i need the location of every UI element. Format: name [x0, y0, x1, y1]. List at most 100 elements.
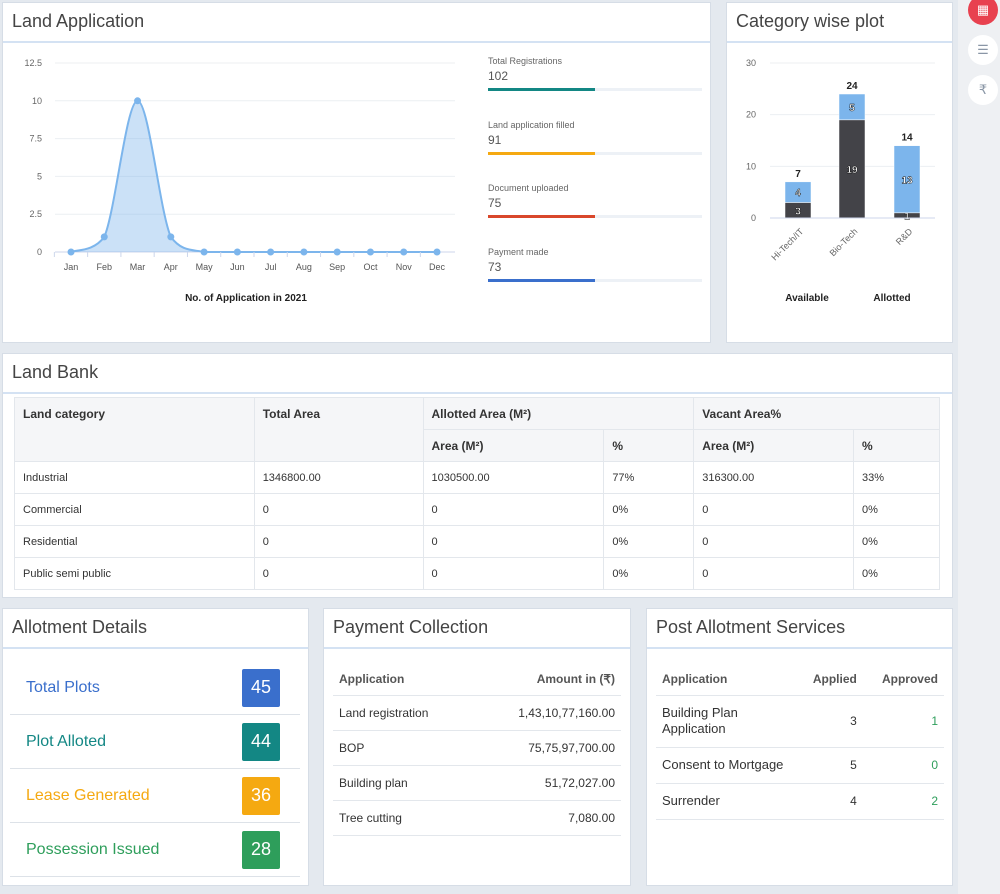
data-point [200, 248, 208, 256]
application-cell: Building plan [333, 765, 472, 801]
data-label: 19 [846, 165, 858, 176]
total-label: 7 [795, 169, 801, 180]
x-tick-label: R&D [894, 226, 915, 247]
table-row: BOP 75,75,97,700.00 [333, 730, 621, 766]
post-allotment-table: Application Applied Approved Building Plan… [656, 663, 944, 820]
header-allotted-area: Allotted Area (M²) [422, 397, 695, 430]
table-cell: 0% [853, 493, 940, 526]
category-bar-chart: 0102030347Hi-Tech/IT19524Bio-Tech11314R&… [746, 58, 935, 304]
y-tick-label: 10 [746, 161, 756, 171]
allotment-count-badge: 28 [242, 830, 280, 869]
applications-area-chart: 0 2.5 5 7.5 10 12.5 Jan Feb Mar Apr May Jun Jul Aug Se… [24, 58, 455, 304]
data-point [167, 233, 175, 241]
header-total-area: Total Area [253, 397, 424, 462]
x-tick-label: Aug [296, 262, 312, 272]
land-bank-title: Land Bank [3, 354, 952, 394]
x-tick-label: Jan [64, 262, 79, 272]
allotment-item[interactable]: Lease Generated 36 [10, 769, 300, 823]
table-cell: Residential [14, 525, 255, 558]
stat-value: 91 [488, 132, 502, 147]
header-amount: Amount in (₹) [471, 663, 621, 696]
stat-value: 102 [488, 69, 509, 83]
x-tick-label: Dec [429, 262, 446, 272]
table-cell: Commercial [14, 493, 255, 526]
stat-item: Total Registrations 102 [488, 56, 702, 91]
stat-item: Payment made 73 [488, 247, 702, 282]
amount-cell: 51,72,027.00 [471, 765, 621, 801]
application-cell: Surrender [656, 783, 796, 820]
data-label: 4 [795, 188, 801, 199]
stat-progress-fill [488, 278, 595, 282]
data-point [400, 248, 408, 256]
approved-cell: 1 [862, 695, 944, 748]
y-tick-label: 10 [32, 96, 42, 106]
x-tick-label: Apr [164, 262, 178, 272]
table-cell: 0 [693, 493, 855, 526]
allotment-details-title: Allotment Details [3, 609, 308, 649]
header-approved: Approved [862, 663, 944, 696]
x-tick-label: May [196, 262, 214, 272]
allotment-item[interactable]: Plot Alloted 44 [10, 715, 300, 769]
application-cell: BOP [333, 730, 472, 766]
applied-cell: 4 [796, 783, 863, 820]
allotment-label: Lease Generated [26, 786, 150, 804]
allotment-count-badge: 36 [242, 776, 280, 815]
table-cell: 316300.00 [693, 461, 855, 494]
header-vacant-area: Vacant Area% [693, 397, 940, 430]
table-cell: 0% [853, 525, 940, 558]
table-cell: 0 [253, 493, 424, 526]
data-point [366, 248, 374, 256]
allotment-label: Plot Alloted [26, 732, 107, 750]
data-point [67, 248, 75, 256]
stat-value: 73 [488, 259, 502, 274]
total-label: 14 [901, 133, 913, 144]
chart-title: No. of Application in 2021 [185, 293, 307, 304]
table-cell: 0% [603, 493, 695, 526]
header-allotted-pct: % [603, 429, 695, 462]
table-cell: 0 [422, 557, 605, 590]
data-point [300, 248, 308, 256]
right-sidebar: ▦ ☰ ₹ [958, 0, 1000, 894]
table-row: Consent to Mortgage 5 0 [656, 747, 944, 784]
x-tick-label: Oct [363, 262, 378, 272]
total-label: 24 [846, 81, 858, 92]
stat-progress-bar [488, 215, 702, 218]
list-icon[interactable]: ☰ [968, 35, 998, 65]
rupee-icon[interactable]: ₹ [968, 75, 998, 105]
legend-item: Allotted [873, 293, 910, 304]
calendar-icon[interactable]: ▦ [968, 0, 998, 25]
table-cell: 0% [603, 525, 695, 558]
allotment-count-badge: 44 [242, 722, 280, 761]
table-cell: 1346800.00 [253, 461, 424, 494]
header-vacant-pct: % [853, 429, 940, 462]
land-bank-table: Land category Total Area Allotted Area (M²… [14, 397, 940, 590]
category-plot-title: Category wise plot [727, 3, 952, 43]
stat-item: Document uploaded 75 [488, 183, 702, 218]
header-allotted-m2: Area (M²) [422, 429, 605, 462]
stat-label: Land application filled [488, 119, 575, 130]
application-cell: Consent to Mortgage [656, 747, 796, 784]
table-cell: Public semi public [14, 557, 255, 590]
table-cell: 1030500.00 [422, 461, 605, 494]
table-cell: 0 [693, 525, 855, 558]
table-cell: 0 [422, 525, 605, 558]
amount-cell: 75,75,97,700.00 [471, 730, 621, 766]
header-application: Application [656, 663, 796, 696]
x-tick-label: Sep [329, 262, 345, 272]
table-row: Tree cutting 7,080.00 [333, 800, 621, 836]
payment-table: Application Amount in (₹) Land registrati… [333, 663, 621, 836]
allotment-item[interactable]: Total Plots 45 [10, 661, 300, 715]
header-application: Application [333, 663, 472, 696]
data-point [134, 97, 142, 105]
y-tick-label: 5 [37, 171, 42, 181]
stat-label: Payment made [488, 246, 549, 257]
table-cell: 0% [853, 557, 940, 590]
allotment-count-badge: 45 [242, 668, 280, 707]
x-tick-label: Mar [130, 262, 146, 272]
allotment-label: Total Plots [26, 678, 100, 696]
allotment-item[interactable]: Possession Issued 28 [10, 823, 300, 877]
table-row: Surrender 4 2 [656, 783, 944, 820]
y-tick-label: 2.5 [29, 209, 42, 219]
stat-progress-bar [488, 88, 702, 91]
stat-item: Land application filled 91 [488, 120, 702, 155]
